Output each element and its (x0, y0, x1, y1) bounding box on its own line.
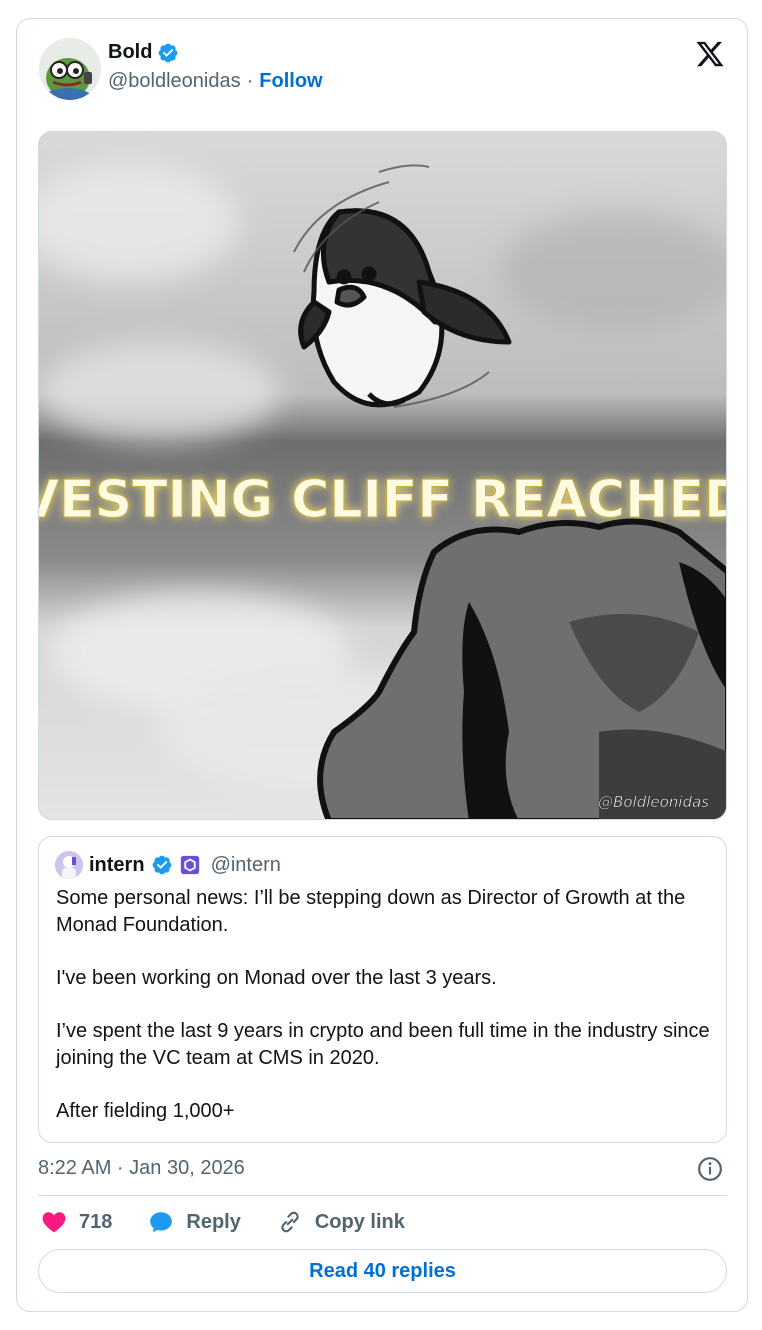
read-replies-button[interactable]: Read 40 replies (38, 1249, 727, 1293)
author-handle-line: @boldleonidas · Follow (108, 70, 323, 93)
link-icon (281, 1211, 299, 1233)
quoted-author-name: intern (89, 853, 145, 876)
like-count: 718 (79, 1210, 113, 1233)
reply-button[interactable]: Reply (148, 1209, 241, 1235)
reply-label: Reply (186, 1210, 241, 1233)
divider (38, 1195, 727, 1196)
follow-button[interactable]: Follow (259, 70, 322, 93)
action-bar: 718 Reply Copy link (41, 1209, 441, 1235)
quoted-paragraph: Some personal news: I’ll be stepping dow… (56, 887, 686, 936)
author-name-text: Bold (108, 41, 153, 63)
tweet-card: Bold @boldleonidas · Follow VESTING CLIF… (16, 18, 748, 1312)
like-button[interactable]: 718 (41, 1209, 112, 1235)
verified-badge-icon (159, 43, 178, 62)
heart-icon (42, 1212, 66, 1233)
quoted-tweet-text: Some personal news: I’ll be stepping dow… (56, 885, 716, 1151)
tweet-timestamp[interactable]: 8:22 AM · Jan 30, 2026 (38, 1157, 245, 1180)
reply-bubble-icon (150, 1212, 173, 1233)
quoted-avatar[interactable] (55, 851, 83, 879)
x-logo-icon[interactable] (695, 39, 725, 69)
verified-badge-icon (152, 855, 171, 875)
author-avatar[interactable] (39, 38, 101, 100)
affiliate-badge-icon (180, 855, 199, 875)
separator: · (246, 70, 254, 92)
copy-link-label: Copy link (314, 1210, 405, 1233)
author-name[interactable]: Bold (108, 41, 179, 64)
info-icon[interactable] (697, 1156, 723, 1182)
quoted-tweet-header: intern @intern (55, 851, 281, 879)
author-handle[interactable]: @boldleonidas (108, 70, 241, 93)
quoted-tweet[interactable]: intern @intern Some personal news: I’ll … (38, 836, 727, 1143)
quoted-paragraph: After fielding 1,000+ (56, 1100, 235, 1122)
copy-link-button[interactable]: Copy link (277, 1209, 405, 1235)
quoted-paragraph: I've been working on Monad over the last… (56, 967, 497, 989)
quoted-paragraph: I’ve spent the last 9 years in crypto an… (56, 1020, 710, 1069)
artist-signature: @Boldleonidas (598, 793, 709, 811)
quoted-author-handle: @intern (210, 853, 281, 876)
tweet-image[interactable]: VESTING CLIFF REACHED VESTING CLIFF REAC… (38, 131, 727, 820)
